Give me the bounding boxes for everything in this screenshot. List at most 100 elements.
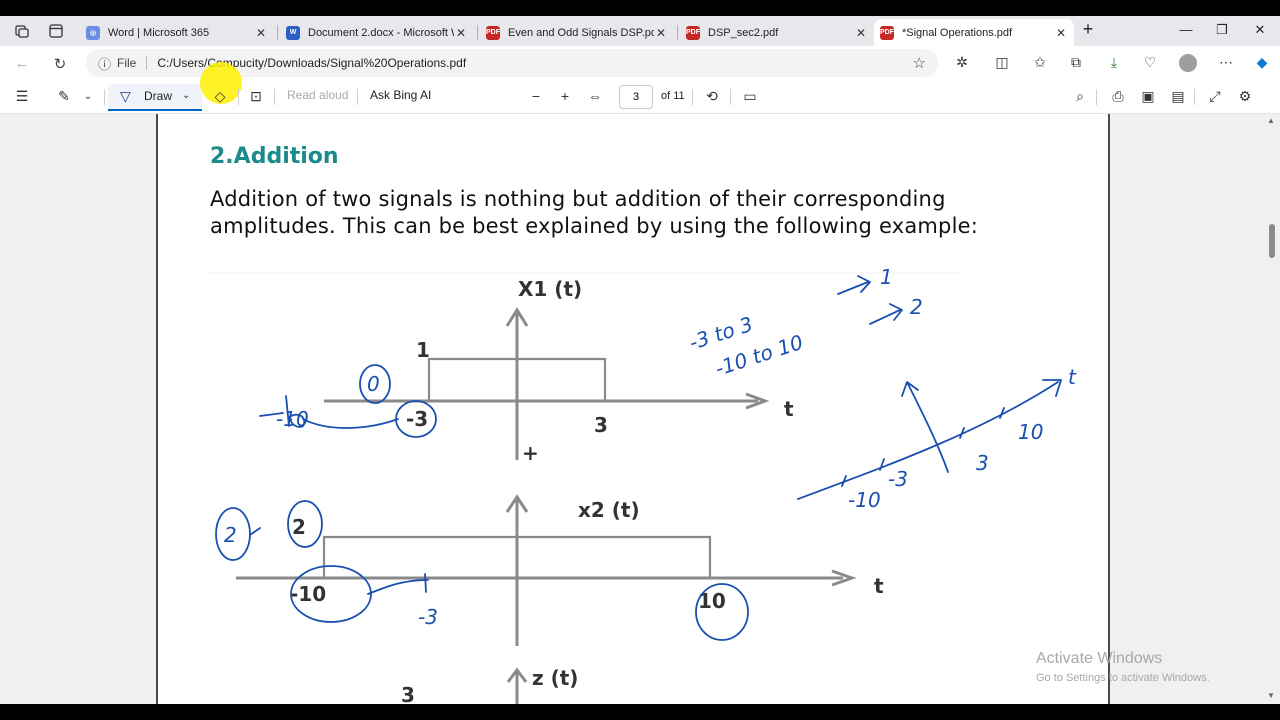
fullscreen-icon[interactable]: ⤢ bbox=[1205, 88, 1225, 105]
x1-start-label: -3 bbox=[406, 407, 428, 431]
close-window-button[interactable]: ✕ bbox=[1250, 22, 1270, 38]
split-screen-icon[interactable]: ◫ bbox=[992, 54, 1012, 71]
save-icon[interactable]: ▣ bbox=[1138, 88, 1158, 105]
ink-tick-minus-three: -3 bbox=[888, 467, 908, 491]
word-doc-icon: W bbox=[286, 25, 300, 40]
vertical-scrollbar[interactable]: ▲ ▼ bbox=[1264, 114, 1280, 704]
collections-icon[interactable]: ⧉ bbox=[1066, 54, 1086, 71]
scroll-down-arrow-icon[interactable]: ▼ bbox=[1267, 691, 1275, 700]
pdf-icon: PDF bbox=[486, 25, 500, 40]
chevron-down-icon[interactable]: ⌄ bbox=[78, 91, 98, 102]
print-icon[interactable]: ⎙ bbox=[1108, 88, 1128, 105]
zoom-out-icon[interactable]: − bbox=[526, 88, 546, 104]
read-aloud-button[interactable]: Read aloud bbox=[287, 88, 348, 102]
close-icon[interactable]: ✕ bbox=[1054, 26, 1068, 40]
draw-button[interactable]: ▽ Draw ⌄ bbox=[108, 84, 202, 111]
toolbar-separator bbox=[1194, 89, 1195, 105]
ink-result-1: 1 bbox=[880, 265, 893, 289]
scroll-up-arrow-icon[interactable]: ▲ bbox=[1267, 116, 1275, 125]
close-icon[interactable]: ✕ bbox=[254, 26, 268, 40]
toolbar-separator bbox=[274, 89, 275, 105]
tab-word-365[interactable]: ◎ Word | Microsoft 365 ✕ bbox=[80, 19, 274, 46]
tab-separator bbox=[477, 25, 478, 40]
toolbar-separator bbox=[730, 89, 731, 105]
tab-document-2[interactable]: W Document 2.docx - Microsoft W ✕ bbox=[280, 19, 474, 46]
pdf-icon: PDF bbox=[686, 25, 700, 40]
new-tab-button[interactable]: + bbox=[1078, 19, 1098, 40]
save-as-icon[interactable]: ▤ bbox=[1168, 88, 1188, 105]
page-view-icon[interactable]: ▭ bbox=[740, 88, 760, 105]
workspaces-icon[interactable] bbox=[14, 23, 30, 39]
text-box-icon[interactable]: ⊡ bbox=[246, 88, 266, 105]
highlight-icon[interactable]: ✎ bbox=[54, 88, 74, 105]
ink-arrow-2 bbox=[869, 303, 903, 325]
close-icon[interactable]: ✕ bbox=[454, 26, 468, 40]
draw-label: Draw bbox=[144, 89, 173, 103]
refresh-icon[interactable]: ↻ bbox=[50, 55, 70, 73]
ink-dash bbox=[249, 527, 261, 536]
ink-two: 2 bbox=[224, 523, 237, 547]
scrollbar-thumb[interactable] bbox=[1269, 224, 1275, 258]
watermark-title: Activate Windows bbox=[1036, 650, 1163, 667]
url-text[interactable]: C:/Users/Compucity/Downloads/Signal%20Op… bbox=[157, 56, 466, 70]
ink-connector bbox=[302, 418, 399, 429]
rotate-icon[interactable]: ⟲ bbox=[702, 88, 722, 105]
minimize-button[interactable]: — bbox=[1176, 22, 1196, 37]
tab-actions-icon[interactable] bbox=[48, 23, 64, 39]
zoom-in-icon[interactable]: + bbox=[555, 88, 575, 104]
signal-diagram: X1 (t) 1 -3 3 t + x2 (t) 2 -10 10 t z (t… bbox=[208, 265, 1077, 704]
ink-tick-three: 3 bbox=[976, 451, 989, 475]
search-icon[interactable]: ⌕ bbox=[1070, 88, 1090, 105]
favorite-star-icon[interactable]: ☆ bbox=[913, 54, 926, 72]
close-icon[interactable]: ✕ bbox=[654, 26, 668, 40]
tab-separator bbox=[277, 25, 278, 40]
pdf-viewer: 2.Addition Addition of two signals is no… bbox=[0, 114, 1280, 704]
ink-tick-minus-ten: -10 bbox=[848, 488, 881, 512]
toolbar-separator bbox=[357, 89, 358, 105]
extensions-icon[interactable]: ✲ bbox=[952, 54, 972, 71]
x1-amplitude-label: 1 bbox=[416, 338, 430, 362]
toolbar-separator bbox=[1096, 89, 1097, 105]
settings-gear-icon[interactable]: ⚙ bbox=[1235, 88, 1255, 105]
toolbar-separator bbox=[104, 89, 105, 105]
address-row: ← ↻ ⓘ File C:/Users/Compucity/Downloads/… bbox=[0, 46, 1280, 80]
x1-end-label: 3 bbox=[594, 413, 608, 437]
pdf-page: 2.Addition Addition of two signals is no… bbox=[156, 114, 1110, 704]
tab-signal-operations[interactable]: PDF *Signal Operations.pdf ✕ bbox=[874, 19, 1074, 46]
tab-title: Even and Odd Signals DSP.pdf bbox=[508, 26, 654, 39]
avatar[interactable] bbox=[1179, 54, 1197, 72]
restore-button[interactable]: ❐ bbox=[1212, 22, 1232, 38]
tab-strip: ◎ Word | Microsoft 365 ✕ W Document 2.do… bbox=[0, 16, 1280, 46]
word-365-icon: ◎ bbox=[86, 25, 100, 40]
more-menu-icon[interactable]: ⋯ bbox=[1216, 54, 1236, 71]
tab-title: DSP_sec2.pdf bbox=[708, 26, 779, 39]
ask-bing-ai-button[interactable]: Ask Bing AI bbox=[370, 88, 431, 102]
favorites-icon[interactable]: ✩ bbox=[1030, 54, 1050, 71]
pdf-toolbar: ☰ ✎ ⌄ ▽ Draw ⌄ ◇ ⊡ Read aloud Ask Bing A… bbox=[0, 62, 1280, 114]
copilot-icon[interactable]: ◆ bbox=[1252, 54, 1272, 71]
page-total: of 11 bbox=[661, 90, 685, 102]
pdf-icon: PDF bbox=[880, 25, 894, 40]
info-icon[interactable]: ⓘ bbox=[98, 54, 111, 73]
x2-axis-label: t bbox=[874, 574, 884, 598]
back-arrow-icon[interactable]: ← bbox=[12, 55, 32, 72]
watermark-subtitle: Go to Settings to activate Windows. bbox=[1036, 672, 1210, 684]
toolbar-separator bbox=[238, 89, 239, 105]
tab-even-odd-signals[interactable]: PDF Even and Odd Signals DSP.pdf ✕ bbox=[480, 19, 674, 46]
tab-title: Document 2.docx - Microsoft W bbox=[308, 26, 454, 39]
ink-result-2: 2 bbox=[910, 295, 923, 319]
browser-essentials-icon[interactable]: ♡ bbox=[1140, 54, 1160, 71]
ink-axis-t-label: t bbox=[1068, 365, 1077, 389]
tab-separator bbox=[677, 25, 678, 40]
eraser-icon[interactable]: ◇ bbox=[210, 88, 230, 105]
ink-tick-ten: 10 bbox=[1018, 420, 1043, 444]
close-icon[interactable]: ✕ bbox=[854, 26, 868, 40]
fit-width-icon[interactable]: ⇔ bbox=[585, 88, 605, 104]
page-number-input[interactable]: 3 bbox=[619, 85, 653, 109]
tab-title: *Signal Operations.pdf bbox=[902, 26, 1013, 39]
downloads-icon[interactable]: ⤓ bbox=[1104, 54, 1124, 71]
chevron-down-icon[interactable]: ⌄ bbox=[182, 90, 190, 101]
tab-dsp-sec2[interactable]: PDF DSP_sec2.pdf ✕ bbox=[680, 19, 874, 46]
x1-axis-label: t bbox=[784, 397, 794, 421]
contents-list-icon[interactable]: ☰ bbox=[12, 88, 32, 105]
